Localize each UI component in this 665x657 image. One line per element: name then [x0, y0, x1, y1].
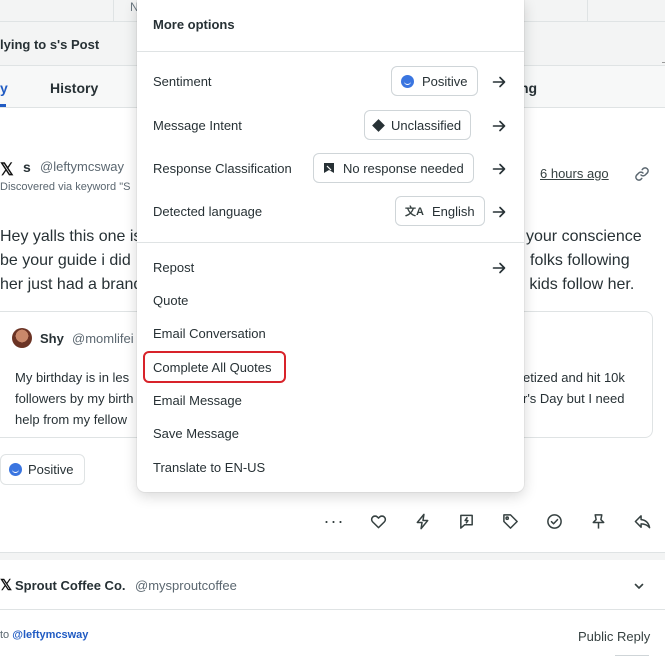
message-intent-label: Message Intent	[153, 118, 242, 133]
body-line: d kids follow her.	[516, 276, 635, 293]
response-classification-label: Response Classification	[153, 161, 292, 176]
menu-item-email-conversation[interactable]: Email Conversation	[153, 326, 266, 341]
column-divider	[587, 0, 588, 22]
column-divider	[113, 0, 114, 22]
active-tab-indicator	[0, 104, 6, 107]
smile-icon	[9, 463, 22, 476]
menu-item-translate[interactable]: Translate to EN-US	[153, 460, 265, 475]
heart-icon[interactable]	[364, 510, 392, 532]
reply-icon[interactable]	[628, 510, 656, 532]
pin-icon[interactable]	[584, 510, 612, 532]
quote-line: etized and hit 10k	[523, 370, 625, 385]
reply-mode-dropdown[interactable]: Public Reply	[578, 629, 650, 644]
flag-icon	[324, 163, 334, 173]
link-icon[interactable]	[634, 166, 650, 182]
menu-divider	[137, 242, 524, 243]
quote-line: help from my fellow	[15, 412, 127, 427]
arrow-right-icon[interactable]	[492, 119, 506, 133]
detected-language-label: Detected language	[153, 204, 263, 219]
sentiment-label: Sentiment	[153, 74, 212, 89]
reply-account-selector[interactable]: 𝕏 Sprout Coffee Co. @mysproutcoffee	[0, 560, 665, 610]
response-classification-value: No response needed	[343, 160, 464, 176]
timestamp-link[interactable]: 6 hours ago	[540, 166, 609, 181]
quote-line: followers by my birth	[15, 391, 134, 406]
reply-title: lying to s's Post	[0, 37, 100, 52]
tab-reply[interactable]: y	[0, 80, 8, 96]
quote-author-name: Shy	[40, 331, 64, 346]
reply-to-handle[interactable]: @leftymcsway	[12, 629, 88, 641]
body-line: her just had a brand	[0, 276, 143, 293]
reply-to-row: to @leftymcsway Public Reply	[0, 610, 665, 657]
more-icon[interactable]: ···	[320, 510, 348, 532]
reply-to-label: to @leftymcsway	[0, 629, 89, 641]
arrow-right-icon[interactable]	[492, 75, 506, 89]
menu-item-repost[interactable]: Repost	[153, 260, 194, 275]
quote-line: r's Day but I need	[523, 391, 625, 406]
smile-icon	[401, 74, 414, 88]
body-line: Hey yalls this one is	[0, 228, 142, 245]
detected-language-value: English	[431, 203, 475, 219]
sentiment-value: Positive	[422, 73, 468, 89]
tab-history[interactable]: History	[50, 80, 98, 96]
dropdown-underline	[615, 655, 649, 656]
x-network-icon: 𝕏	[0, 577, 13, 594]
author-handle[interactable]: @leftymcsway	[40, 159, 124, 174]
quote-author-handle: @momlifei	[72, 331, 134, 346]
sentiment-dropdown[interactable]: Positive	[391, 66, 478, 96]
quote-line: My birthday is in les	[15, 370, 130, 385]
more-options-menu: More options Sentiment Positive Message …	[137, 0, 524, 492]
menu-item-quote[interactable]: Quote	[153, 293, 188, 308]
menu-divider	[137, 51, 524, 52]
chevron-down-icon[interactable]	[633, 580, 645, 592]
body-line: your conscience	[526, 228, 642, 245]
quick-reply-icon[interactable]	[452, 510, 480, 532]
sentiment-label: Positive	[28, 462, 74, 477]
message-intent-value: Unclassified	[391, 117, 462, 133]
tag-icon[interactable]	[496, 510, 524, 532]
action-bar: ···	[320, 510, 656, 532]
highlight-outline	[143, 351, 286, 383]
body-line: folks following	[530, 252, 630, 269]
body-line: be your guide i did	[0, 252, 131, 269]
arrow-right-icon[interactable]	[492, 205, 506, 219]
arrow-right-icon[interactable]	[492, 162, 506, 176]
translate-icon: 文A	[405, 206, 424, 218]
bolt-icon[interactable]	[408, 510, 436, 532]
complete-icon[interactable]	[540, 510, 568, 532]
avatar	[12, 328, 32, 348]
diamond-icon	[372, 118, 385, 132]
menu-item-email-message[interactable]: Email Message	[153, 393, 242, 408]
x-network-icon: 𝕏	[0, 160, 14, 179]
sentiment-badge[interactable]: Positive	[0, 454, 85, 485]
account-name: Sprout Coffee Co.	[15, 578, 126, 593]
arrow-right-icon[interactable]	[492, 261, 506, 275]
discovered-via: Discovered via keyword "S	[0, 181, 131, 193]
menu-item-save-message[interactable]: Save Message	[153, 426, 239, 441]
author-name[interactable]: s	[23, 159, 31, 175]
account-handle: @mysproutcoffee	[135, 578, 237, 593]
detected-language-dropdown[interactable]: 文A English	[395, 196, 485, 226]
response-classification-dropdown[interactable]: No response needed	[313, 153, 474, 183]
message-intent-dropdown[interactable]: Unclassified	[364, 110, 472, 140]
menu-title: More options	[153, 17, 235, 32]
